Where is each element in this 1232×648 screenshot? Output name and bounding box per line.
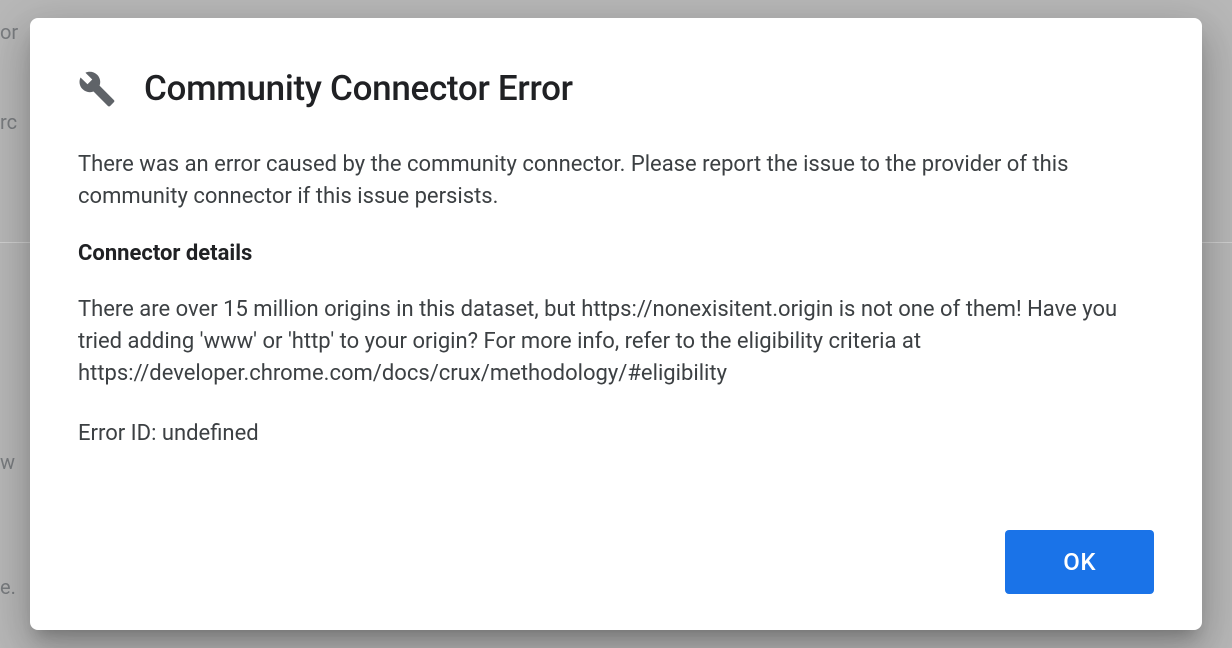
error-id-value: undefined: [162, 421, 259, 446]
background-text-fragment: w: [0, 450, 15, 474]
connector-details-text: There are over 15 million origins in thi…: [78, 294, 1154, 390]
error-id-line: Error ID: undefined: [78, 418, 1154, 450]
wrench-icon: [78, 70, 116, 108]
error-id-label: Error ID:: [78, 421, 162, 446]
background-text-fragment: or: [0, 20, 18, 44]
error-dialog: Community Connector Error There was an e…: [30, 18, 1202, 630]
background-text-fragment: rc: [0, 110, 17, 134]
background-text-fragment: e.: [0, 575, 16, 599]
dialog-actions: OK: [78, 530, 1154, 594]
connector-details-heading: Connector details: [78, 241, 1154, 266]
ok-button[interactable]: OK: [1005, 530, 1154, 594]
dialog-title: Community Connector Error: [144, 68, 573, 109]
error-intro-text: There was an error caused by the communi…: [78, 149, 1154, 213]
dialog-body: There was an error caused by the communi…: [78, 149, 1154, 530]
dialog-header: Community Connector Error: [78, 68, 1154, 109]
